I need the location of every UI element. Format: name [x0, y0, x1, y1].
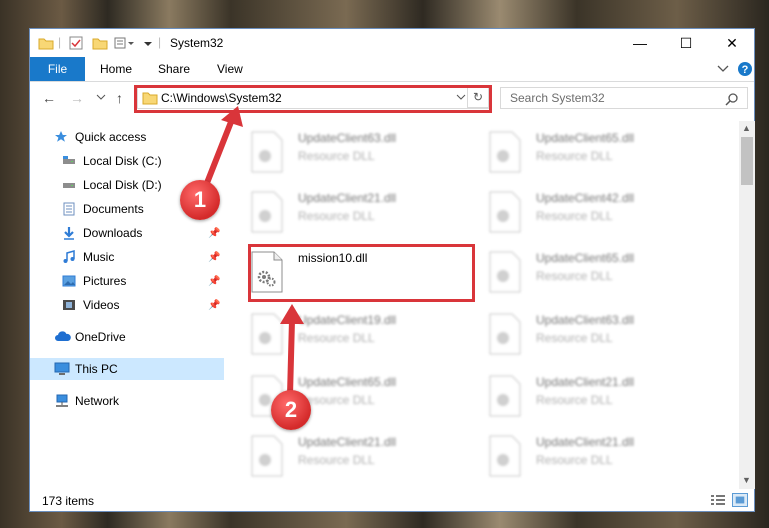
- annotation-arrows: [202, 106, 304, 398]
- step-marker-1: 1: [180, 180, 220, 220]
- step-marker-2: 2: [271, 390, 311, 430]
